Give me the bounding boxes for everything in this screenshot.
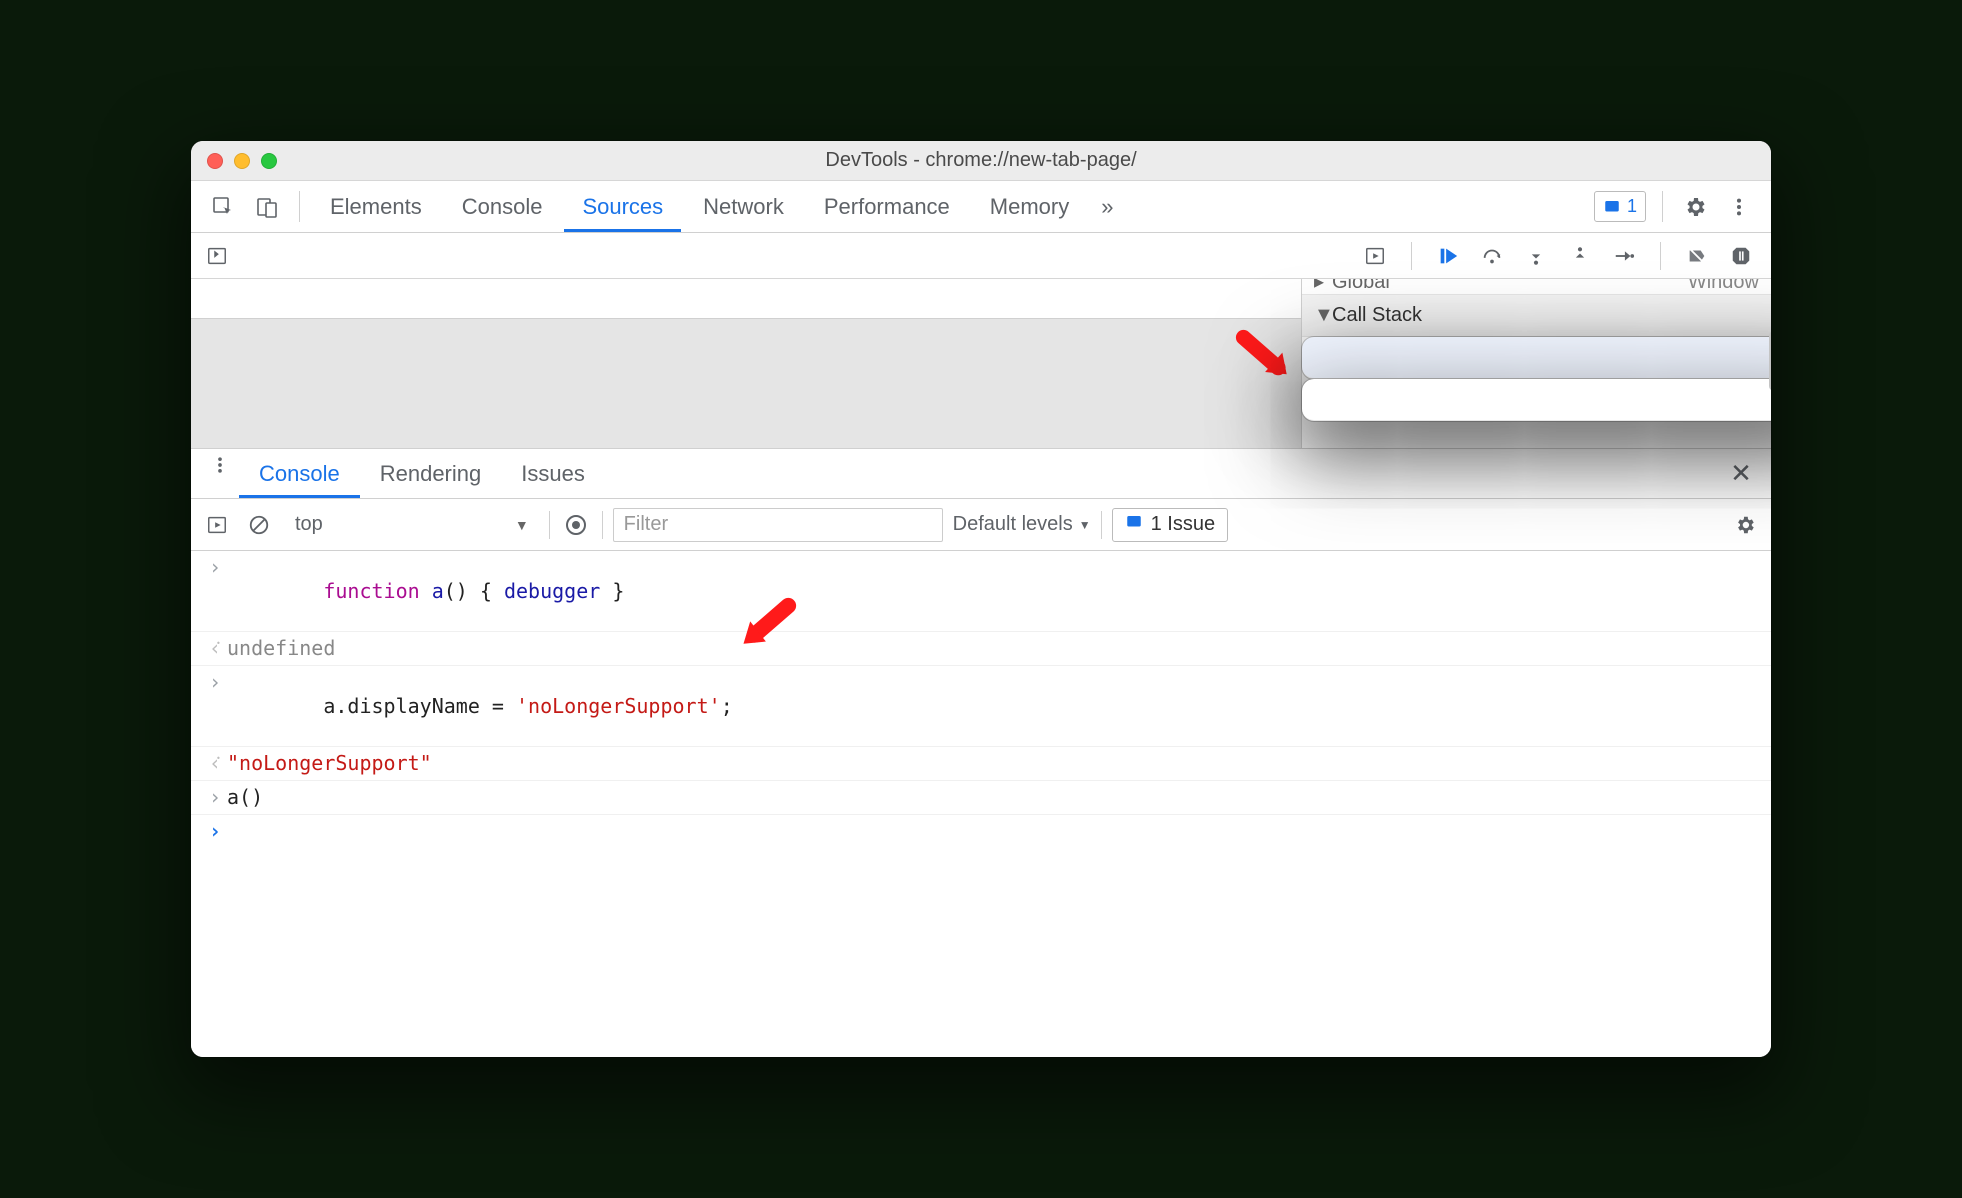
navigator-toggle-icon[interactable] [201, 240, 233, 272]
pause-on-exceptions-icon[interactable] [1725, 240, 1757, 272]
separator [1660, 242, 1661, 270]
input-caret-icon [203, 785, 227, 809]
chevron-right-icon: ▸ [1314, 279, 1328, 294]
separator [299, 191, 300, 222]
levels-label: Default levels [953, 513, 1073, 536]
console-output[interactable]: function a() { debugger } • undefined a.… [191, 551, 1771, 1057]
chevron-down-icon: ▼ [515, 517, 529, 533]
live-expression-icon[interactable] [560, 509, 592, 541]
window-title: DevTools - chrome://new-tab-page/ [191, 149, 1771, 172]
annotation-arrow-icon [1237, 331, 1291, 385]
tab-elements[interactable]: Elements [312, 181, 440, 232]
sources-split: ▸ Global Window ▼ Call Stack ➔ a VM83:1 … [191, 279, 1771, 449]
debugger-sidebar: ▸ Global Window ▼ Call Stack ➔ a VM83:1 … [1301, 279, 1771, 448]
tabs-overflow[interactable]: » [1091, 181, 1123, 232]
stack-frame[interactable]: (anonymous) VM206:1 [1302, 379, 1771, 421]
settings-gear-icon[interactable] [1675, 181, 1715, 232]
scope-right: Window [1688, 279, 1759, 294]
inspect-element-icon[interactable] [203, 181, 243, 232]
drawer-more-icon[interactable] [201, 449, 239, 481]
tab-performance[interactable]: Performance [806, 181, 968, 232]
close-drawer-icon[interactable]: ✕ [1721, 449, 1761, 498]
sources-toolbar [191, 233, 1771, 279]
drawer-tab-rendering[interactable]: Rendering [360, 449, 502, 498]
more-menu-icon[interactable] [1719, 181, 1759, 232]
editor-area[interactable] [191, 279, 1301, 448]
separator [1411, 242, 1412, 270]
scope-label: Global [1332, 279, 1688, 294]
console-prompt[interactable] [191, 815, 1771, 849]
issues-button[interactable]: 1 Issue [1112, 508, 1228, 542]
console-sidebar-toggle-icon[interactable] [201, 509, 233, 541]
step-over-icon[interactable] [1476, 240, 1508, 272]
console-toolbar: top ▼ Filter Default levels ▼ 1 Issue [191, 499, 1771, 551]
prompt-caret-icon [203, 819, 227, 843]
scrollbar-thumb[interactable] [1769, 331, 1771, 391]
chevron-down-icon: ▼ [1079, 518, 1091, 532]
resume-icon[interactable] [1432, 240, 1464, 272]
device-toolbar-icon[interactable] [247, 181, 287, 232]
console-input-line: a.displayName = 'noLongerSupport'; [191, 666, 1771, 747]
call-stack-header[interactable]: ▼ Call Stack [1302, 295, 1771, 337]
step-out-icon[interactable] [1564, 240, 1596, 272]
separator [602, 511, 603, 539]
annotation-arrow-icon [739, 599, 795, 655]
main-tabstrip: Elements Console Sources Network Perform… [191, 181, 1771, 233]
drawer-tabstrip: Console Rendering Issues ✕ [191, 449, 1771, 499]
call-stack-label: Call Stack [1332, 304, 1422, 327]
log-levels-selector[interactable]: Default levels ▼ [953, 513, 1091, 536]
deactivate-breakpoints-icon[interactable] [1681, 240, 1713, 272]
console-filter-input[interactable]: Filter [613, 508, 943, 542]
console-input-line: function a() { debugger } [191, 551, 1771, 632]
separator [1101, 511, 1102, 539]
step-into-icon[interactable] [1520, 240, 1552, 272]
chevron-down-icon: ▼ [1314, 304, 1328, 327]
console-settings-gear-icon[interactable] [1729, 509, 1761, 541]
output-caret-icon: • [203, 636, 227, 660]
titlebar: DevTools - chrome://new-tab-page/ [191, 141, 1771, 181]
drawer-tab-issues[interactable]: Issues [501, 449, 605, 498]
input-caret-icon [203, 555, 227, 579]
debugger-toggle-icon[interactable] [1359, 240, 1391, 272]
separator [549, 511, 550, 539]
stack-frame[interactable]: ➔ a VM83:1 [1302, 337, 1771, 379]
step-icon[interactable] [1608, 240, 1640, 272]
scope-row[interactable]: ▸ Global Window [1302, 279, 1771, 295]
issues-badge[interactable]: 1 [1594, 191, 1646, 222]
console-output-line: • undefined [191, 632, 1771, 666]
tab-network[interactable]: Network [685, 181, 802, 232]
console-input-line: a() [191, 781, 1771, 815]
issues-badge-count: 1 [1627, 196, 1637, 217]
issue-button-label: 1 Issue [1151, 513, 1215, 536]
input-caret-icon [203, 670, 227, 694]
separator [1662, 191, 1663, 222]
tab-memory[interactable]: Memory [972, 181, 1087, 232]
drawer-tab-console[interactable]: Console [239, 449, 360, 498]
context-label: top [295, 513, 323, 536]
execution-context-selector[interactable]: top ▼ [285, 509, 539, 540]
console-output-line: • "noLongerSupport" [191, 747, 1771, 781]
output-caret-icon: • [203, 751, 227, 775]
tab-sources[interactable]: Sources [564, 181, 681, 232]
tab-console[interactable]: Console [444, 181, 561, 232]
issue-icon [1125, 513, 1143, 537]
clear-console-icon[interactable] [243, 509, 275, 541]
filter-placeholder: Filter [624, 513, 668, 536]
